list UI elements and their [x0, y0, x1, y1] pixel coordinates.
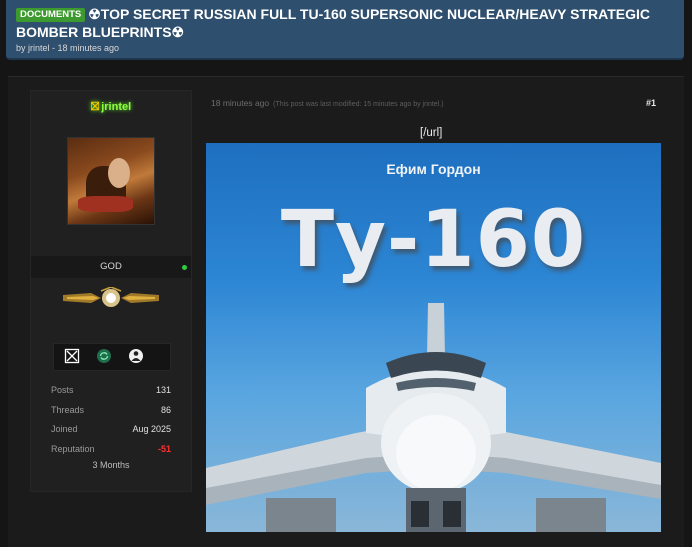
stat-value: 131	[155, 385, 171, 395]
online-status-icon	[182, 265, 187, 270]
hourglass-icon[interactable]	[64, 348, 80, 364]
stat-joined: Joined Aug 2025	[51, 420, 171, 440]
post-image[interactable]: Ефим Гордон Ту-160	[206, 143, 661, 532]
post-time: 18 minutes ago	[211, 98, 270, 108]
avatar-cloth-shape	[78, 196, 133, 212]
post-number-link[interactable]: #1	[646, 98, 656, 108]
username-text[interactable]: jrintel	[101, 101, 131, 113]
stat-value: Aug 2025	[132, 424, 171, 434]
refresh-badge-icon[interactable]	[96, 348, 112, 364]
stat-threads: Threads 86	[51, 401, 171, 421]
post-meta: 18 minutes ago (This post was last modifi…	[211, 98, 444, 108]
user-panel: ⛝ jrintel GOD Posts 131 Threads 86 Joine…	[30, 90, 192, 492]
thread-header: DOCUMENTS ☢TOP SECRET RUSSIAN FULL TU-160…	[6, 0, 684, 60]
thread-title-text: ☢TOP SECRET RUSSIAN FULL TU-160 SUPERSON…	[16, 6, 650, 40]
avatar[interactable]	[67, 137, 155, 225]
stat-label: Joined	[51, 424, 78, 434]
rank-emblem-icon	[63, 287, 159, 307]
stat-label: Threads	[51, 404, 85, 415]
username[interactable]: ⛝ jrintel	[31, 101, 191, 114]
stat-label: Posts	[51, 385, 74, 395]
stat-reputation: Reputation -51	[51, 440, 171, 460]
user-stats: Posts 131 Threads 86 Joined Aug 2025 Rep…	[51, 381, 171, 470]
aircraft-illustration	[206, 303, 661, 532]
anonymous-mask-icon[interactable]	[128, 348, 144, 364]
user-tag-icon: ⛝	[90, 101, 100, 113]
cover-author: Ефим Гордон	[386, 161, 481, 177]
stat-value: 86	[160, 404, 171, 415]
thread-title: DOCUMENTS ☢TOP SECRET RUSSIAN FULL TU-160…	[16, 5, 674, 41]
stat-label: Reputation	[51, 443, 95, 454]
user-awards	[53, 343, 171, 371]
membership-duration: 3 Months	[92, 460, 130, 470]
post-modified-note: (This post was last modified: 15 minutes…	[273, 101, 444, 108]
avatar-face-shape	[108, 158, 130, 188]
reputation-value[interactable]: -51	[158, 440, 171, 460]
post-url-text: [/url]	[420, 127, 443, 139]
prefix-badge[interactable]: DOCUMENTS	[16, 8, 86, 22]
cover-title: Ту-160	[280, 195, 587, 285]
user-rank-text: GOD	[100, 261, 122, 272]
user-rank: GOD	[31, 256, 191, 278]
thread-byline: by jrintel - 18 minutes ago	[16, 43, 120, 53]
stat-posts: Posts 131	[51, 381, 171, 401]
